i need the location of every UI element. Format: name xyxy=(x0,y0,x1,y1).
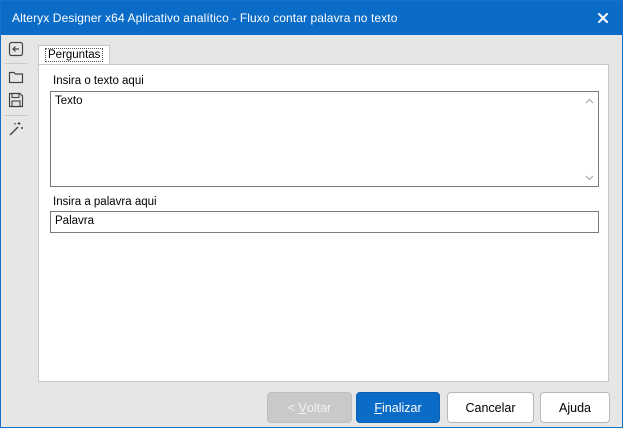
back-to-canvas-button[interactable] xyxy=(6,39,26,59)
save-button[interactable] xyxy=(6,90,26,110)
folder-open-icon xyxy=(8,71,24,84)
window-title: Alteryx Designer x64 Aplicativo analític… xyxy=(12,11,398,25)
title-bar: Alteryx Designer x64 Aplicativo analític… xyxy=(1,1,622,35)
magic-wand-button[interactable] xyxy=(6,119,26,139)
close-icon xyxy=(598,13,608,23)
vertical-scrollbar[interactable] xyxy=(581,92,598,186)
word-input-value: Palavra xyxy=(55,215,94,227)
word-input[interactable]: Palavra xyxy=(50,211,599,233)
back-button-prefix: < xyxy=(287,400,299,415)
tab-strip: Perguntas xyxy=(38,45,111,65)
scroll-up-icon[interactable] xyxy=(585,96,594,105)
back-button-label: oltar xyxy=(306,400,332,415)
tab-perguntas[interactable]: Perguntas xyxy=(38,45,111,65)
finish-button-mnemonic: F xyxy=(374,400,383,415)
cancel-button-label: Cancelar xyxy=(465,400,516,415)
help-button[interactable]: Ajuda xyxy=(540,392,610,423)
finish-button[interactable]: Finalizar xyxy=(356,392,440,423)
side-toolbar xyxy=(1,35,31,427)
help-button-label: Ajuda xyxy=(559,400,591,415)
app-window: Alteryx Designer x64 Aplicativo analític… xyxy=(0,0,623,428)
back-button[interactable]: < Voltar xyxy=(267,392,352,423)
text-input-value: Texto xyxy=(55,95,83,107)
cancel-button[interactable]: Cancelar xyxy=(447,392,534,423)
scroll-down-icon[interactable] xyxy=(585,173,594,182)
open-button[interactable] xyxy=(6,67,26,87)
close-button[interactable] xyxy=(594,9,612,27)
text-input[interactable]: Texto xyxy=(50,91,599,187)
magic-wand-icon xyxy=(9,122,23,136)
word-field-label: Insira a palavra aqui xyxy=(53,196,157,208)
back-button-mnemonic: V xyxy=(298,400,307,415)
back-to-canvas-icon xyxy=(8,41,24,57)
finish-button-label: inalizar xyxy=(382,400,422,415)
save-icon xyxy=(8,92,24,108)
questions-panel: Insira o texto aqui Texto Insira a palav… xyxy=(38,64,609,382)
tab-label: Perguntas xyxy=(45,48,104,62)
text-field-label: Insira o texto aqui xyxy=(53,75,144,87)
